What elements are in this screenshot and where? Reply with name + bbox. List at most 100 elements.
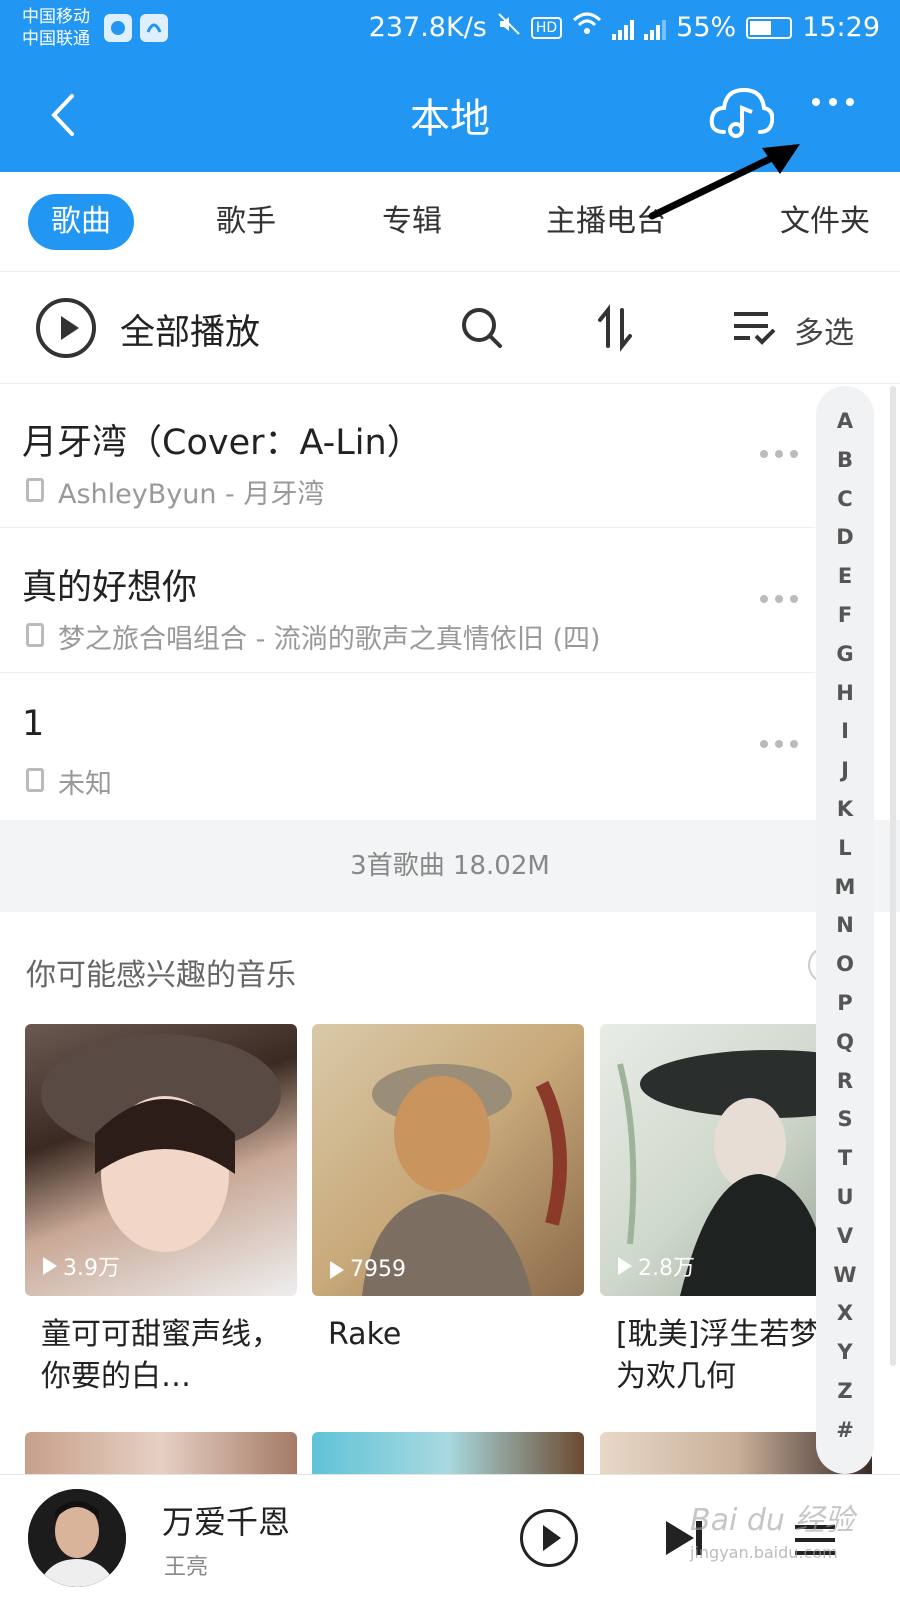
play-count-value: 3.9万 — [63, 1256, 120, 1281]
index-letter[interactable]: H — [816, 674, 874, 713]
playlist-card[interactable]: 7959 Rake — [312, 1024, 584, 1398]
carrier-info: 中国移动 中国联通 — [22, 6, 90, 50]
song-row[interactable]: 1 未知 — [0, 674, 815, 818]
index-letter[interactable]: M — [816, 868, 874, 907]
song-row[interactable]: 月牙湾（Cover：A-Lin） AshleyByun - 月牙湾 — [0, 384, 815, 528]
play-count-icon — [330, 1260, 344, 1279]
playlist-cover-partial[interactable] — [25, 1432, 297, 1476]
local-device-icon — [26, 478, 44, 502]
play-button[interactable] — [520, 1509, 578, 1567]
song-more-button[interactable] — [760, 740, 798, 748]
index-letter[interactable]: B — [816, 441, 874, 480]
index-letter[interactable]: T — [816, 1139, 874, 1178]
play-count: 3.9万 — [43, 1250, 120, 1282]
clock: 15:29 — [802, 12, 880, 43]
index-letter[interactable]: F — [816, 596, 874, 635]
tab-albums[interactable]: 专辑 — [362, 194, 462, 250]
index-letter[interactable]: D — [816, 518, 874, 557]
index-letter[interactable]: N — [816, 906, 874, 945]
play-count: 7959 — [330, 1257, 406, 1282]
song-row[interactable]: 真的好想你 梦之旅合唱组合 - 流淌的歌声之真情依旧 (四) — [0, 529, 815, 673]
index-letter[interactable]: I — [816, 712, 874, 751]
browser-notification-icon — [140, 14, 168, 42]
signal-3g-icon — [644, 16, 667, 40]
more-menu-button[interactable] — [812, 98, 854, 106]
playlist-cover-partial[interactable] — [312, 1432, 584, 1476]
dot — [846, 98, 854, 106]
dot — [829, 98, 837, 106]
play-all-icon[interactable] — [36, 298, 96, 358]
index-letter[interactable]: K — [816, 790, 874, 829]
playlist-title: 童可可甜蜜声线，你要的白… — [41, 1317, 281, 1394]
local-device-icon — [26, 768, 44, 792]
cloud-music-icon[interactable] — [708, 84, 774, 144]
song-title: 月牙湾（Cover：A-Lin） — [22, 423, 422, 463]
alphabet-index[interactable]: A B C D E F G H I J K L M N O P Q R S T U V W X Y Z # — [816, 386, 874, 1474]
playlist-cover: 3.9万 — [25, 1024, 297, 1296]
scrollbar[interactable] — [890, 386, 896, 1366]
index-letter[interactable]: L — [816, 829, 874, 868]
top-bar: 中国移动 中国联通 237.8K/s HD 55% 15:29 本地 — [0, 0, 900, 172]
net-speed: 237.8K/s — [368, 12, 487, 43]
index-letter[interactable]: # — [816, 1411, 874, 1450]
dot — [812, 98, 820, 106]
search-icon[interactable] — [456, 302, 508, 354]
play-count-value: 2.8万 — [638, 1256, 695, 1281]
song-more-button[interactable] — [760, 595, 798, 603]
wifi-icon — [572, 12, 602, 43]
status-right: 237.8K/s HD 55% 15:29 — [369, 12, 880, 43]
index-letter[interactable]: C — [816, 480, 874, 519]
song-more-button[interactable] — [760, 450, 798, 458]
index-letter[interactable]: G — [816, 635, 874, 674]
now-playing-title: 万爱千恩 — [162, 1503, 291, 1541]
watermark-url: jingyan.baidu.com — [690, 1543, 838, 1562]
battery-icon — [746, 16, 793, 39]
album-art[interactable] — [28, 1489, 126, 1587]
index-letter[interactable]: Y — [816, 1333, 874, 1372]
now-playing-artist: 王亮 — [164, 1555, 209, 1580]
index-letter[interactable]: U — [816, 1178, 874, 1217]
playlist-card[interactable]: 3.9万 童可可甜蜜声线，你要的白… — [25, 1024, 297, 1398]
play-count: 2.8万 — [618, 1250, 695, 1282]
play-count-value: 7959 — [350, 1257, 406, 1282]
song-subtitle: 未知 — [58, 769, 112, 800]
multi-select-icon[interactable] — [728, 302, 780, 354]
app-notification-icon — [104, 14, 132, 42]
song-subtitle: AshleyByun - 月牙湾 — [58, 479, 325, 510]
category-tabs: 歌曲 歌手 专辑 主播电台 文件夹 — [0, 172, 900, 272]
index-letter[interactable]: P — [816, 984, 874, 1023]
notification-icons — [104, 14, 168, 42]
local-device-icon — [26, 623, 44, 647]
mute-icon — [497, 12, 521, 43]
index-letter[interactable]: E — [816, 557, 874, 596]
index-letter[interactable]: Q — [816, 1023, 874, 1062]
tab-songs[interactable]: 歌曲 — [28, 194, 134, 250]
index-letter[interactable]: W — [816, 1256, 874, 1295]
watermark: Bai du 经验 — [690, 1503, 855, 1538]
status-bar: 中国移动 中国联通 237.8K/s HD 55% 15:29 — [0, 0, 900, 62]
mini-player[interactable]: 万爱千恩 王亮 Bai du 经验 jingyan.baidu.com — [0, 1474, 900, 1600]
index-letter[interactable]: S — [816, 1100, 874, 1139]
play-count-icon — [43, 1257, 57, 1275]
tab-radio[interactable]: 主播电台 — [536, 194, 676, 250]
play-count-icon — [618, 1257, 632, 1275]
play-all-label[interactable]: 全部播放 — [120, 304, 260, 355]
song-title: 真的好想你 — [22, 568, 198, 608]
sort-icon[interactable] — [590, 302, 642, 354]
index-letter[interactable]: V — [816, 1217, 874, 1256]
index-letter[interactable]: Z — [816, 1372, 874, 1411]
playlist-cover: 7959 — [312, 1024, 584, 1296]
index-letter[interactable]: X — [816, 1294, 874, 1333]
recommend-title: 你可能感兴趣的音乐 — [26, 958, 296, 993]
song-summary: 3首歌曲 18.02M — [0, 820, 900, 912]
index-letter[interactable]: A — [816, 402, 874, 441]
index-letter[interactable]: R — [816, 1062, 874, 1101]
index-letter[interactable]: O — [816, 945, 874, 984]
multi-select-label[interactable]: 多选 — [794, 308, 854, 352]
list-toolbar: 全部播放 多选 — [0, 272, 900, 384]
tab-artists[interactable]: 歌手 — [196, 194, 296, 250]
index-letter[interactable]: J — [816, 751, 874, 790]
song-subtitle: 梦之旅合唱组合 - 流淌的歌声之真情依旧 (四) — [58, 624, 601, 655]
hd-badge: HD — [530, 16, 563, 39]
tab-folders[interactable]: 文件夹 — [770, 194, 880, 250]
